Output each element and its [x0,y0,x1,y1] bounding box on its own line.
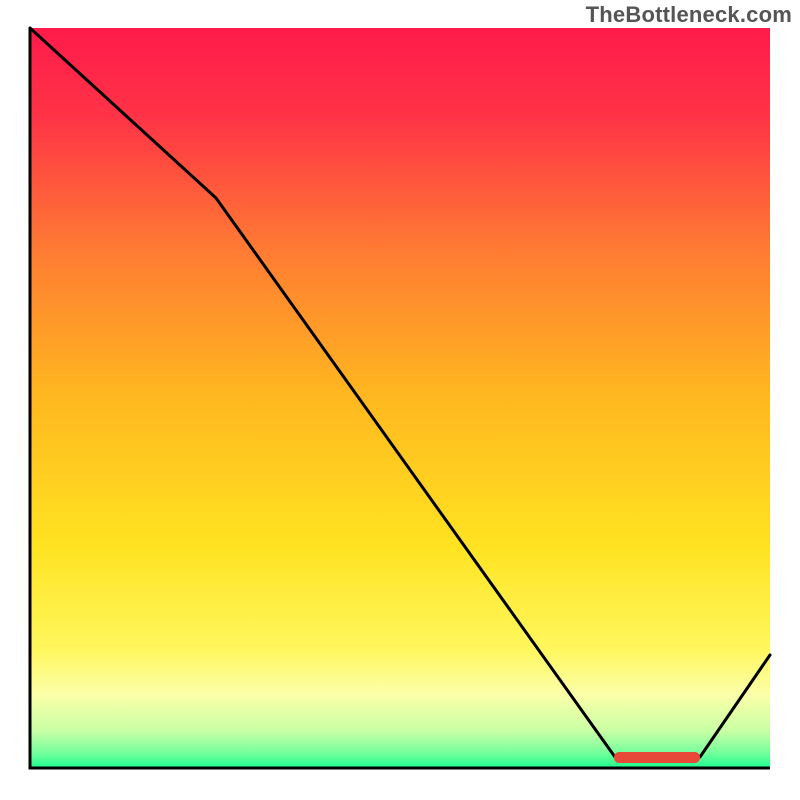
plot-background [30,28,770,768]
chart-root: TheBottleneck.com [0,0,800,800]
chart-svg [0,0,800,800]
marker-chip [614,752,700,763]
watermark-text: TheBottleneck.com [586,2,792,28]
